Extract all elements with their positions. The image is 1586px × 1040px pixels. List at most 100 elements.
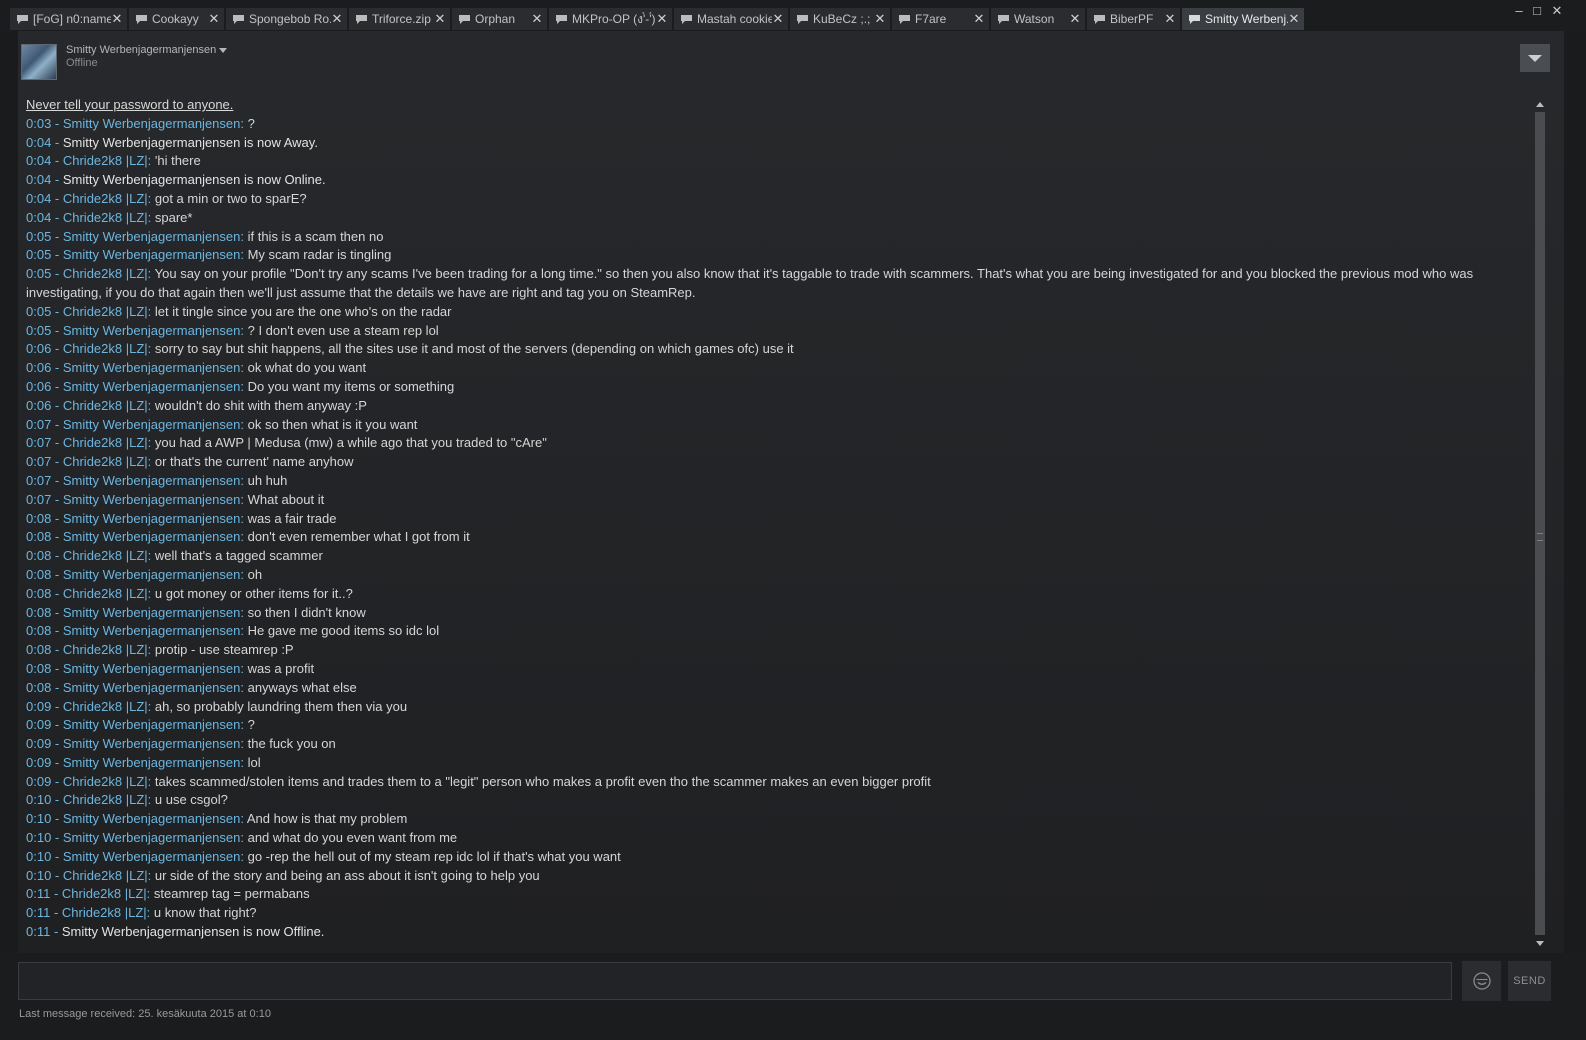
close-icon[interactable]: ✕ xyxy=(331,11,343,27)
close-icon[interactable]: ✕ xyxy=(208,11,220,27)
message-meta[interactable]: 0:09 - Chride2k8 |LZ|: xyxy=(26,774,151,789)
composer: SEND Last message received: 25. kesäkuut… xyxy=(0,953,1586,1040)
message-meta[interactable]: 0:08 - Smitty Werbenjagermanjensen: xyxy=(26,511,244,526)
chat-tab[interactable]: MKPro-OP (ง'̀-'́)ง ✕ xyxy=(549,8,672,30)
message-meta[interactable]: 0:04 - Chride2k8 |LZ|: xyxy=(26,210,151,225)
message-text: Do you want my items or something xyxy=(243,378,455,394)
chat-tab[interactable]: BiberPF ✕ xyxy=(1087,8,1180,30)
message-meta[interactable]: 0:08 - Smitty Werbenjagermanjensen: xyxy=(26,605,244,620)
chat-tab[interactable]: Smitty Werbenj... ✕ xyxy=(1182,8,1304,30)
close-icon[interactable]: ✕ xyxy=(1164,11,1176,27)
scrollbar-thumb[interactable] xyxy=(1535,112,1545,935)
chat-tab[interactable]: F7are ✕ xyxy=(892,8,989,30)
chat-tab[interactable]: KuBeCz ;.; ✕ xyxy=(790,8,890,30)
message-meta[interactable]: 0:04 - Chride2k8 |LZ|: xyxy=(26,153,151,168)
message-meta[interactable]: 0:10 - Chride2k8 |LZ|: xyxy=(26,868,151,883)
message-text: ur side of the story and being an ass ab… xyxy=(151,867,540,883)
close-icon[interactable]: ✕ xyxy=(973,11,985,27)
chat-message: 0:10 - Chride2k8 |LZ|: u use csgol? xyxy=(26,791,1516,810)
emoticon-button[interactable] xyxy=(1462,961,1501,1001)
chat-message: 0:11 - Chride2k8 |LZ|: u know that right… xyxy=(26,904,1516,923)
message-meta[interactable]: 0:04 - Chride2k8 |LZ|: xyxy=(26,191,151,206)
message-text: And how is that my problem xyxy=(243,811,408,827)
message-meta[interactable]: 0:07 - Chride2k8 |LZ|: xyxy=(26,454,151,469)
chat-message: 0:05 - Smitty Werbenjagermanjensen: ? I … xyxy=(26,322,1516,341)
last-message-received: Last message received: 25. kesäkuuta 201… xyxy=(19,1008,271,1020)
avatar[interactable] xyxy=(21,44,57,80)
minimize-button[interactable]: – xyxy=(1511,3,1527,18)
close-icon[interactable]: ✕ xyxy=(531,11,543,27)
message-meta[interactable]: 0:10 - Smitty Werbenjagermanjensen: xyxy=(26,811,244,826)
message-meta[interactable]: 0:10 - Chride2k8 |LZ|: xyxy=(26,792,151,807)
chat-scrollbar[interactable] xyxy=(1534,98,1546,949)
close-icon[interactable]: ✕ xyxy=(434,11,446,27)
message-meta[interactable]: 0:05 - Chride2k8 |LZ|: xyxy=(26,304,151,319)
tab-label: Mastah cookie xyxy=(697,12,772,26)
message-meta[interactable]: 0:08 - Smitty Werbenjagermanjensen: xyxy=(26,680,244,695)
message-meta[interactable]: 0:09 - Smitty Werbenjagermanjensen: xyxy=(26,717,244,732)
message-text: don't even remember what I got from it xyxy=(243,529,470,545)
message-text: or that's the current' name anyhow xyxy=(151,454,354,470)
chat-tab[interactable]: Cookayy ✕ xyxy=(129,8,224,30)
message-meta[interactable]: 0:05 - Smitty Werbenjagermanjensen: xyxy=(26,229,244,244)
chat-message: 0:08 - Chride2k8 |LZ|: protip - use stea… xyxy=(26,641,1516,660)
window-close-button[interactable]: ✕ xyxy=(1549,3,1565,19)
message-meta[interactable]: 0:07 - Smitty Werbenjagermanjensen: xyxy=(26,473,244,488)
chat-tab[interactable]: Mastah cookie ✕ xyxy=(674,8,788,30)
message-meta[interactable]: 0:07 - Chride2k8 |LZ|: xyxy=(26,435,151,450)
close-icon[interactable]: ✕ xyxy=(772,11,784,27)
chat-tab[interactable]: Triforce.zip ✕ xyxy=(349,8,450,30)
send-button[interactable]: SEND xyxy=(1508,961,1551,1001)
message-meta[interactable]: 0:06 - Smitty Werbenjagermanjensen: xyxy=(26,379,244,394)
chat-tab[interactable]: Watson ✕ xyxy=(991,8,1085,30)
message-meta[interactable]: 0:09 - Smitty Werbenjagermanjensen: xyxy=(26,755,244,770)
message-meta[interactable]: 0:09 - Smitty Werbenjagermanjensen: xyxy=(26,736,244,751)
message-meta[interactable]: 0:11 - Chride2k8 |LZ|: xyxy=(26,905,150,920)
message-meta[interactable]: 0:08 - Chride2k8 |LZ|: xyxy=(26,642,151,657)
message-meta[interactable]: 0:10 - Smitty Werbenjagermanjensen: xyxy=(26,830,244,845)
message-meta[interactable]: 0:07 - Smitty Werbenjagermanjensen: xyxy=(26,492,244,507)
chevron-down-icon[interactable] xyxy=(219,48,227,53)
chat-tab[interactable]: Spongebob Ro... ✕ xyxy=(226,8,347,30)
close-icon[interactable]: ✕ xyxy=(111,11,123,27)
scroll-down-button[interactable] xyxy=(1534,937,1546,949)
message-meta[interactable]: 0:06 - Chride2k8 |LZ|: xyxy=(26,398,151,413)
message-meta[interactable]: 0:04 - xyxy=(26,135,63,150)
message-text: You say on your profile "Don't try any s… xyxy=(26,266,1474,300)
message-meta[interactable]: 0:06 - Chride2k8 |LZ|: xyxy=(26,341,151,356)
message-meta[interactable]: 0:04 - xyxy=(26,172,63,187)
message-meta[interactable]: 0:05 - Chride2k8 |LZ|: xyxy=(26,266,151,281)
message-text: and what do you even want from me xyxy=(243,830,458,846)
message-meta[interactable]: 0:03 - Smitty Werbenjagermanjensen: xyxy=(26,116,244,131)
close-icon[interactable]: ✕ xyxy=(656,11,668,27)
message-meta[interactable]: 0:11 - xyxy=(26,924,62,939)
close-icon[interactable]: ✕ xyxy=(1288,11,1300,27)
close-icon[interactable]: ✕ xyxy=(874,11,886,27)
message-meta[interactable]: 0:11 - Chride2k8 |LZ|: xyxy=(26,886,150,901)
tab-label: Watson xyxy=(1014,12,1055,26)
message-meta[interactable]: 0:10 - Smitty Werbenjagermanjensen: xyxy=(26,849,244,864)
message-input[interactable] xyxy=(18,962,1452,1000)
message-meta[interactable]: 0:07 - Smitty Werbenjagermanjensen: xyxy=(26,417,244,432)
message-meta[interactable]: 0:05 - Smitty Werbenjagermanjensen: xyxy=(26,323,244,338)
chat-message: 0:08 - Smitty Werbenjagermanjensen: so t… xyxy=(26,604,1516,623)
chat-tab[interactable]: Orphan ✕ xyxy=(452,8,547,30)
message-meta[interactable]: 0:09 - Chride2k8 |LZ|: xyxy=(26,699,151,714)
message-meta[interactable]: 0:08 - Chride2k8 |LZ|: xyxy=(26,586,151,601)
chat-tab[interactable]: [FoG] n0:name ✕ xyxy=(10,8,127,30)
message-meta[interactable]: 0:08 - Smitty Werbenjagermanjensen: xyxy=(26,623,244,638)
message-meta[interactable]: 0:08 - Smitty Werbenjagermanjensen: xyxy=(26,567,244,582)
message-meta[interactable]: 0:08 - Smitty Werbenjagermanjensen: xyxy=(26,661,244,676)
message-meta[interactable]: 0:05 - Smitty Werbenjagermanjensen: xyxy=(26,247,244,262)
close-icon[interactable]: ✕ xyxy=(1069,11,1081,27)
message-meta[interactable]: 0:08 - Smitty Werbenjagermanjensen: xyxy=(26,529,244,544)
message-text: u got money or other items for it..? xyxy=(151,585,353,601)
message-meta[interactable]: 0:06 - Smitty Werbenjagermanjensen: xyxy=(26,360,244,375)
scroll-up-button[interactable] xyxy=(1534,98,1546,110)
maximize-button[interactable]: □ xyxy=(1529,3,1545,18)
message-meta[interactable]: 0:08 - Chride2k8 |LZ|: xyxy=(26,548,151,563)
friend-name[interactable]: Smitty Werbenjagermanjensen xyxy=(66,44,216,56)
grip-icon xyxy=(1537,533,1543,541)
chat-bubble-icon xyxy=(796,14,809,25)
chat-options-button[interactable] xyxy=(1520,44,1550,72)
